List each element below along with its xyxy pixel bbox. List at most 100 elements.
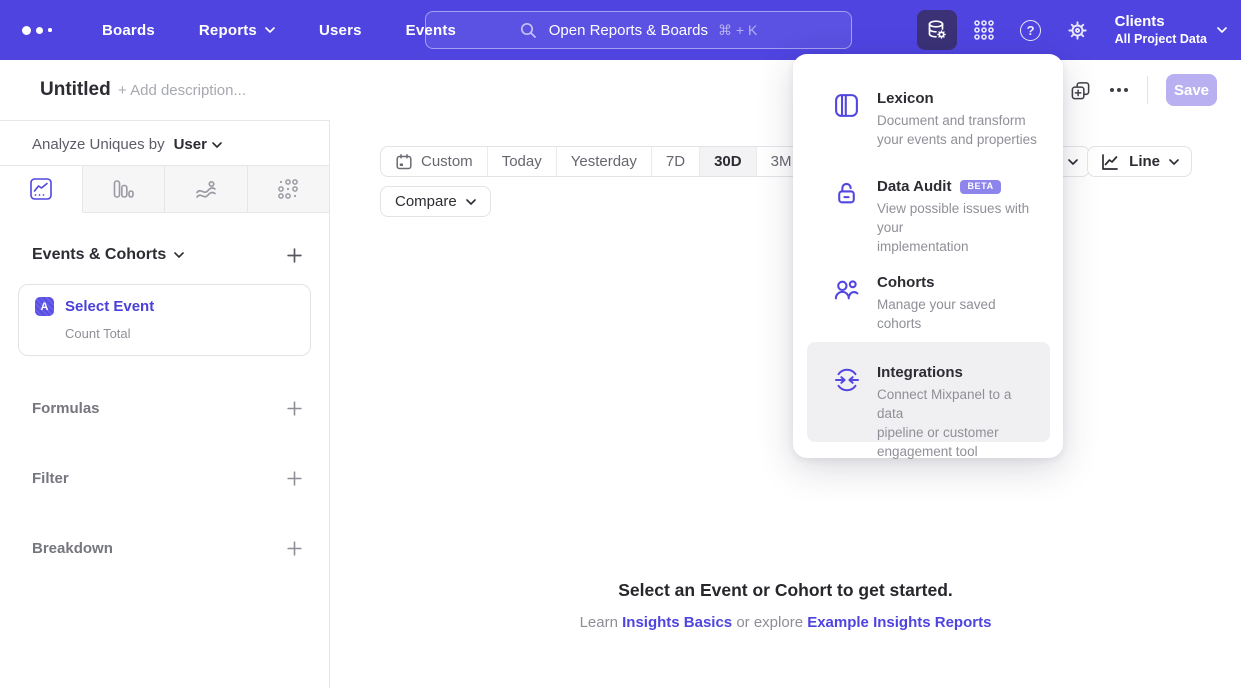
database-gear-icon	[925, 18, 949, 42]
menu-item-desc: View possible issues with your implement…	[877, 199, 1040, 256]
apps-grid-button[interactable]	[964, 10, 1004, 50]
chevron-down-icon	[1169, 159, 1179, 165]
example-reports-link[interactable]: Example Insights Reports	[807, 614, 991, 631]
org-name: Clients	[1115, 13, 1207, 32]
menu-item-desc: Connect Mixpanel to a data pipeline or c…	[877, 385, 1040, 462]
integrations-icon	[833, 364, 861, 442]
more-options-button[interactable]	[1109, 87, 1129, 93]
bar-chart-icon	[111, 177, 135, 201]
menu-item-title: Integrations	[877, 364, 1040, 381]
menu-item-title: Cohorts	[877, 274, 1040, 291]
range-7d[interactable]: 7D	[651, 147, 699, 176]
line-chart-icon	[1100, 152, 1120, 172]
duplicate-icon	[1070, 80, 1091, 101]
report-actions: Save	[1070, 60, 1217, 120]
menu-item-cohorts[interactable]: Cohorts Manage your saved cohorts	[807, 274, 1050, 333]
grid-dots-icon	[973, 19, 995, 41]
flow-icon	[194, 177, 218, 201]
range-yesterday[interactable]: Yesterday	[556, 147, 651, 176]
search-icon	[520, 22, 537, 39]
formulas-label: Formulas	[32, 400, 100, 417]
event-series-badge: A	[35, 297, 54, 316]
divider	[1147, 76, 1148, 104]
chevron-down-icon	[466, 199, 476, 205]
breakdown-label: Breakdown	[32, 540, 113, 557]
search-shortcut: ⌘ + K	[718, 22, 757, 39]
report-description-field[interactable]: + Add description...	[118, 82, 246, 99]
save-button[interactable]: Save	[1166, 74, 1217, 106]
beta-badge: BETA	[960, 180, 1000, 194]
events-cohorts-toggle[interactable]: Events & Cohorts	[32, 246, 184, 264]
help-button[interactable]: ?	[1011, 10, 1051, 50]
empty-sub-middle: or explore	[736, 614, 803, 631]
analyze-by-selector[interactable]: Analyze Uniques by User	[0, 121, 329, 153]
menu-item-data-audit[interactable]: Data Audit BETA View possible issues wit…	[807, 178, 1050, 256]
report-title[interactable]: Untitled	[40, 79, 111, 101]
duplicate-button[interactable]	[1070, 80, 1091, 101]
events-cohorts-header: Events & Cohorts	[32, 246, 303, 264]
count-type-selector[interactable]: Count Total	[65, 326, 296, 341]
nav-item-reports-label: Reports	[199, 22, 257, 39]
add-formula-button[interactable]	[286, 400, 303, 417]
add-event-button[interactable]	[286, 247, 303, 264]
range-today[interactable]: Today	[487, 147, 556, 176]
mixpanel-logo[interactable]	[22, 26, 64, 35]
data-management-button[interactable]	[917, 10, 957, 50]
chevron-down-icon	[212, 142, 222, 148]
range-custom[interactable]: Custom	[381, 147, 487, 176]
query-sidebar: Analyze Uniques by User	[0, 120, 330, 688]
chevron-down-icon	[174, 252, 184, 258]
filter-label: Filter	[32, 470, 69, 487]
line-chart-icon	[29, 177, 53, 201]
add-filter-button[interactable]	[286, 470, 303, 487]
formulas-section: Formulas	[32, 401, 303, 415]
nav-item-users[interactable]: Users	[319, 22, 362, 39]
menu-item-title: Data Audit BETA	[877, 178, 1040, 195]
compare-label: Compare	[395, 193, 457, 210]
tab-line-chart[interactable]	[0, 166, 83, 213]
metric-dots-icon	[276, 177, 300, 201]
search-input[interactable]: Open Reports & Boards ⌘ + K	[425, 11, 852, 49]
menu-item-title: Lexicon	[877, 90, 1040, 107]
search-placeholder: Open Reports & Boards	[549, 22, 708, 39]
chevron-down-icon	[1217, 27, 1227, 33]
range-30d[interactable]: 30D	[699, 147, 756, 176]
tab-flow-chart[interactable]	[165, 166, 248, 212]
chart-style-dropdown[interactable]: Line	[1087, 146, 1192, 177]
calendar-icon	[395, 153, 413, 171]
breakdown-section: Breakdown	[32, 541, 303, 555]
nav-item-boards[interactable]: Boards	[102, 22, 155, 39]
range-custom-label: Custom	[421, 153, 473, 170]
empty-sub-prefix: Learn	[580, 614, 618, 631]
event-row-card[interactable]: A Select Event Count Total	[18, 284, 311, 356]
select-event-button[interactable]: Select Event	[65, 298, 154, 315]
events-cohorts-label: Events & Cohorts	[32, 246, 166, 264]
plus-icon	[286, 470, 303, 487]
analyze-value: User	[174, 136, 207, 153]
top-nav: Boards Reports Users Events Open Reports…	[0, 0, 1241, 60]
ellipsis-icon	[1109, 87, 1129, 93]
tab-metric[interactable]	[248, 166, 330, 212]
compare-button[interactable]: Compare	[380, 186, 491, 217]
data-management-menu: Lexicon Document and transform your even…	[793, 54, 1063, 458]
settings-gear-button[interactable]	[1058, 10, 1098, 50]
menu-item-lexicon[interactable]: Lexicon Document and transform your even…	[807, 90, 1050, 149]
project-selector[interactable]: Clients All Project Data	[1115, 13, 1227, 47]
menu-item-desc: Document and transform your events and p…	[877, 111, 1040, 149]
lexicon-icon	[833, 90, 861, 149]
report-canvas: Custom Today Yesterday 7D 30D 3M 6M Comp…	[330, 120, 1241, 688]
nav-right: ? Clients All Project Data	[917, 0, 1227, 60]
project-name: All Project Data	[1115, 32, 1207, 48]
nav-item-reports[interactable]: Reports	[199, 22, 275, 39]
menu-item-integrations[interactable]: Integrations Connect Mixpanel to a data …	[807, 342, 1050, 442]
filter-section: Filter	[32, 471, 303, 485]
mixpanel-app: Boards Reports Users Events Open Reports…	[0, 0, 1241, 688]
insights-basics-link[interactable]: Insights Basics	[622, 614, 732, 631]
tab-bar-chart[interactable]	[83, 166, 166, 212]
gear-icon	[1066, 19, 1089, 42]
chart-type-tabs	[0, 165, 329, 213]
date-range-control: Custom Today Yesterday 7D 30D 3M 6M	[380, 146, 856, 177]
add-breakdown-button[interactable]	[286, 540, 303, 557]
plus-icon	[286, 400, 303, 417]
empty-state: Select an Event or Cohort to get started…	[330, 580, 1241, 631]
